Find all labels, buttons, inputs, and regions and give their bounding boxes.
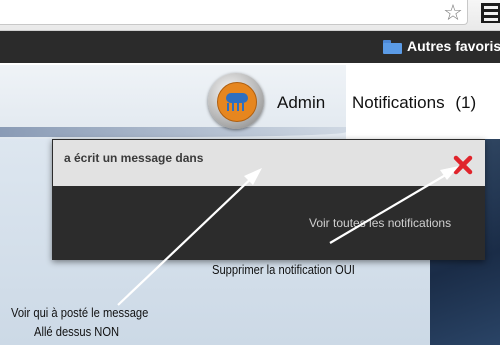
poster-annotation-line2: Allé dessus NON [34,324,120,339]
poster-annotation-arrow [117,171,259,306]
poster-annotation-line1: Voir qui à posté le message [11,305,149,320]
delete-annotation-text: Supprimer la notification OUI [212,262,355,277]
annotation-arrows [117,166,459,306]
delete-arrow-head [440,166,459,180]
delete-annotation-arrow [329,169,455,244]
